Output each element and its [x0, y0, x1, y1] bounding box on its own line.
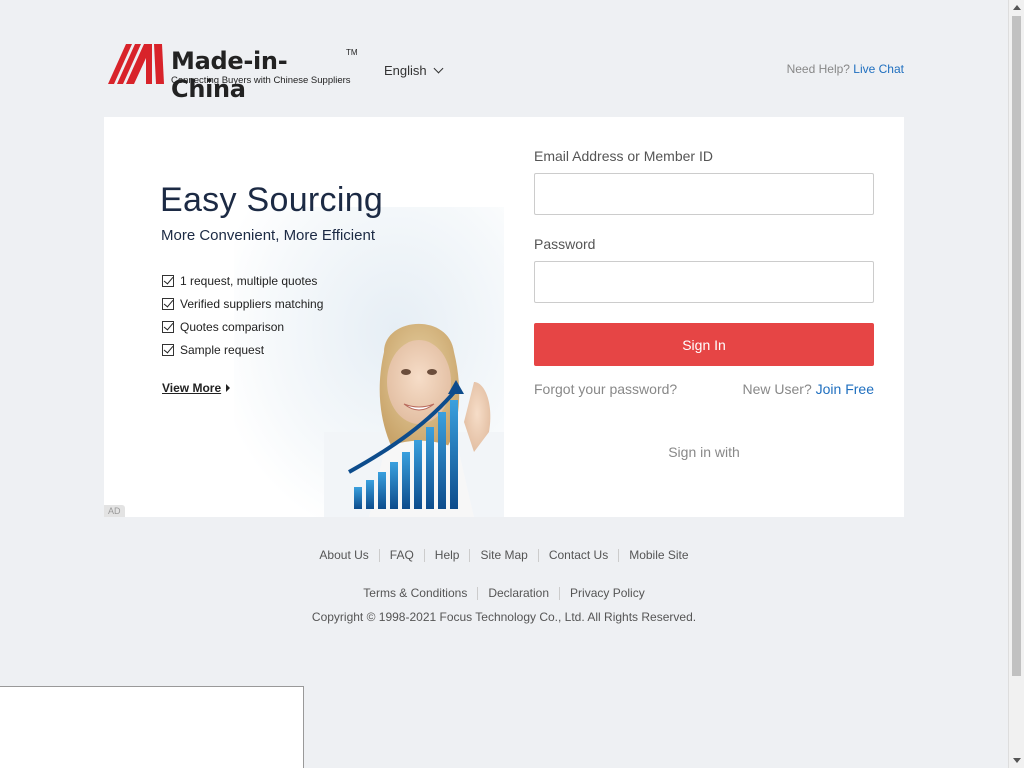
promo-feature-item: Verified suppliers matching	[162, 292, 323, 315]
sign-in-button[interactable]: Sign In	[534, 323, 874, 366]
footer-link-terms[interactable]: Terms & Conditions	[353, 587, 477, 600]
checkbox-icon	[162, 274, 174, 287]
made-in-china-logo-icon	[108, 44, 164, 84]
ad-badge: AD	[104, 505, 125, 517]
checkbox-icon	[162, 297, 174, 310]
footer-links-legal: Terms & Conditions Declaration Privacy P…	[0, 587, 1008, 600]
promo-feature-item: Quotes comparison	[162, 315, 323, 338]
help-section: Need Help? Live Chat	[787, 62, 904, 76]
promo-feature-item: 1 request, multiple quotes	[162, 269, 323, 292]
scroll-down-arrow-icon[interactable]	[1013, 758, 1021, 763]
blank-overlay-panel	[0, 686, 304, 768]
promo-subtitle: More Convenient, More Efficient	[161, 227, 375, 244]
footer-link-site-map[interactable]: Site Map	[469, 549, 537, 562]
password-input[interactable]	[534, 261, 874, 303]
site-logo[interactable]: Made-in-China TM Connecting Buyers with …	[108, 42, 358, 103]
live-chat-link[interactable]: Live Chat	[853, 62, 904, 76]
promo-feature-text: Verified suppliers matching	[180, 296, 324, 311]
language-label: English	[384, 63, 427, 78]
forgot-password-link[interactable]: Forgot your password?	[534, 381, 677, 397]
footer-link-mobile-site[interactable]: Mobile Site	[618, 549, 698, 562]
caret-right-icon	[226, 384, 231, 392]
copyright-text: Copyright © 1998-2021 Focus Technology C…	[311, 610, 697, 624]
email-label: Email Address or Member ID	[534, 148, 713, 164]
promo-feature-text: Quotes comparison	[180, 319, 285, 334]
promo-feature-text: Sample request	[180, 342, 265, 357]
promo-feature-text: 1 request, multiple quotes	[180, 273, 318, 288]
email-input[interactable]	[534, 173, 874, 215]
checkbox-icon	[162, 343, 174, 356]
promo-feature-list: 1 request, multiple quotes Verified supp…	[162, 269, 323, 361]
scrollbar-thumb[interactable]	[1012, 16, 1021, 676]
footer-link-about-us[interactable]: About Us	[309, 549, 378, 562]
new-user-section: New User? Join Free	[743, 381, 875, 397]
woman-with-growth-chart-image	[324, 323, 504, 517]
footer-link-privacy-policy[interactable]: Privacy Policy	[559, 587, 655, 600]
footer-links-primary: About Us FAQ Help Site Map Contact Us Mo…	[0, 549, 1008, 562]
scroll-up-arrow-icon[interactable]	[1013, 5, 1021, 10]
language-selector[interactable]: English	[384, 63, 444, 78]
vertical-scrollbar[interactable]	[1008, 0, 1024, 768]
footer-link-faq[interactable]: FAQ	[378, 549, 424, 562]
sign-in-with-label: Sign in with	[668, 444, 740, 460]
chevron-down-icon	[433, 63, 444, 74]
view-more-label: View More	[162, 381, 222, 395]
password-label: Password	[534, 236, 596, 252]
promo-title: Easy Sourcing	[160, 181, 384, 219]
promo-banner[interactable]: Easy Sourcing More Convenient, More Effi…	[104, 117, 504, 517]
checkbox-icon	[162, 320, 174, 333]
footer-link-help[interactable]: Help	[423, 549, 470, 562]
join-free-link[interactable]: Join Free	[816, 381, 874, 397]
login-card: Easy Sourcing More Convenient, More Effi…	[104, 117, 904, 517]
footer-link-contact-us[interactable]: Contact Us	[537, 549, 618, 562]
footer-link-declaration[interactable]: Declaration	[477, 587, 559, 600]
logo-tagline: Connecting Buyers with Chinese Suppliers	[171, 75, 351, 86]
help-prefix: Need Help?	[786, 62, 850, 76]
new-user-prefix: New User?	[742, 381, 812, 397]
logo-trademark: TM	[346, 48, 358, 57]
promo-feature-item: Sample request	[162, 338, 323, 361]
view-more-link[interactable]: View More	[162, 381, 231, 395]
